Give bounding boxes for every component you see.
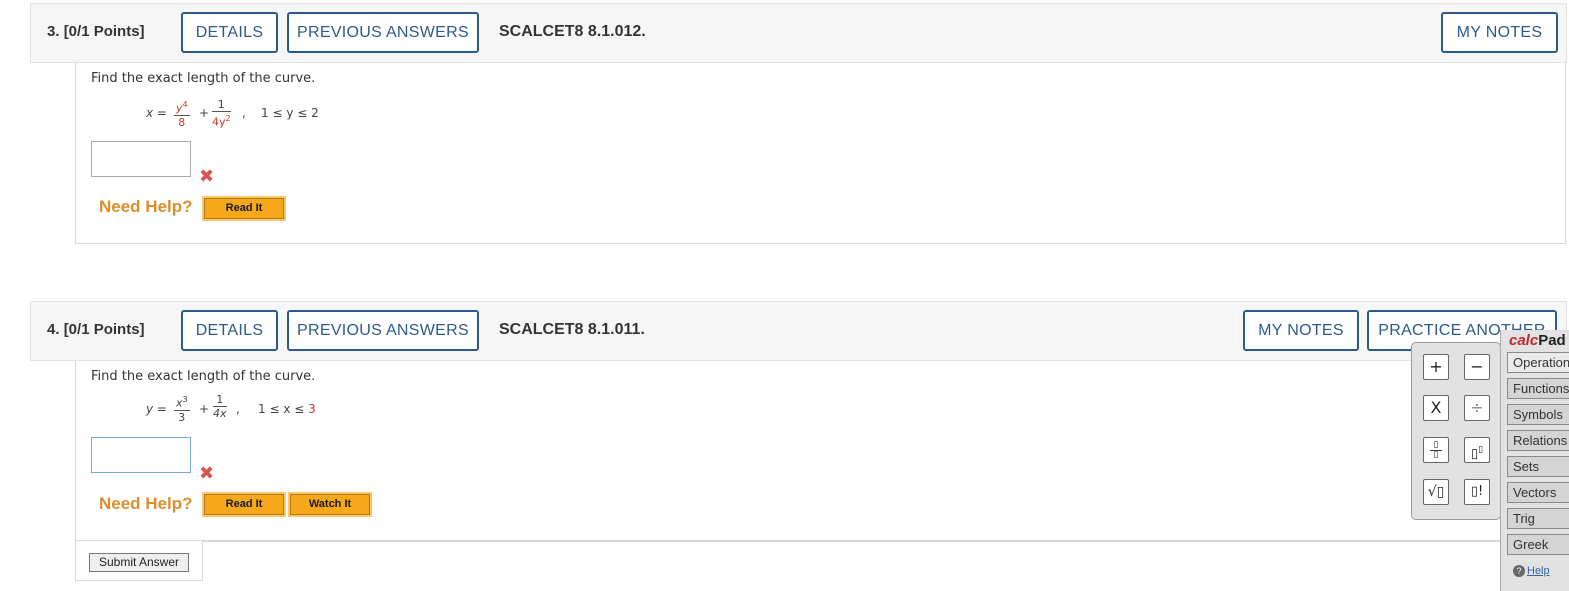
question-circle-icon: ?: [1513, 565, 1525, 577]
equation-lhs: y =: [146, 402, 167, 416]
calcpad-title-calc: calc: [1509, 332, 1539, 349]
divide-button[interactable]: ÷: [1464, 395, 1490, 421]
plus-sign: +: [199, 402, 210, 416]
tab-vectors[interactable]: Vectors: [1507, 482, 1569, 503]
question-3-body: Find the exact length of the curve. x = …: [75, 63, 1566, 244]
question-3-header: 3. [0/1 Points] DETAILS PREVIOUS ANSWERS…: [30, 3, 1567, 63]
equation-lhs: x =: [146, 106, 167, 120]
fraction-1-exponent: 3: [182, 395, 188, 404]
fraction-button[interactable]: ▯ ▯: [1423, 437, 1449, 463]
fraction-1: y4 8: [174, 99, 190, 129]
tab-sets[interactable]: Sets: [1507, 456, 1569, 477]
minus-button[interactable]: −: [1464, 354, 1490, 380]
submit-answer-button[interactable]: Submit Answer: [89, 553, 189, 572]
sqrt-button[interactable]: √▯: [1423, 479, 1449, 505]
calcpad-tabs: calcPad Operations Functions Symbols Rel…: [1500, 330, 1569, 591]
fraction-2-numerator: 1: [212, 99, 231, 112]
fraction-2-exponent: 2: [225, 114, 231, 123]
plus-sign: +: [199, 106, 210, 120]
answer-input[interactable]: [91, 437, 191, 473]
calcpad-help-link[interactable]: ? Help: [1513, 565, 1550, 577]
fraction-1-denominator: 3: [178, 410, 186, 424]
equation: x = y4 8 + 1 4y2 , 1 ≤ y ≤ 2: [146, 99, 336, 133]
details-button[interactable]: DETAILS: [181, 12, 278, 53]
question-points: [0/1 Points]: [63, 23, 145, 40]
submit-area: Submit Answer: [75, 541, 203, 581]
question-points: [0/1 Points]: [63, 321, 145, 338]
multiply-button[interactable]: X: [1423, 395, 1449, 421]
question-4-header: 4. [0/1 Points] DETAILS PREVIOUS ANSWERS…: [30, 301, 1567, 361]
read-it-button[interactable]: Read It: [202, 196, 286, 221]
calcpad-panel: + − X ÷ ▯ ▯ ▯▯ √▯ ▯!: [1411, 342, 1501, 520]
question-4-number-points: 4. [0/1 Points]: [47, 321, 145, 338]
plus-button[interactable]: +: [1423, 354, 1449, 380]
my-notes-button[interactable]: MY NOTES: [1441, 12, 1558, 53]
question-code: SCALCET8 8.1.012.: [499, 23, 646, 40]
range-condition: 1 ≤ x ≤ 3: [258, 402, 316, 416]
answer-input[interactable]: [91, 141, 191, 177]
fraction-2: 1 4x: [213, 394, 227, 420]
question-code: SCALCET8 8.1.011.: [499, 321, 645, 338]
fraction-2: 1 4y2: [212, 99, 231, 129]
x-mark-icon: ✖: [199, 463, 215, 484]
x-mark-icon: ✖: [199, 166, 215, 187]
calcpad-title: calcPad: [1509, 332, 1566, 349]
comma: ,: [236, 402, 240, 416]
fraction-1: x3 3: [174, 394, 190, 424]
calcpad-title-pad: Pad: [1538, 332, 1566, 349]
factorial-button[interactable]: ▯!: [1464, 479, 1490, 505]
fraction-1-exponent: 4: [182, 100, 188, 109]
range-prefix: 1 ≤ x ≤: [258, 402, 309, 416]
equation: y = x3 3 + 1 4x , 1 ≤ x ≤ 3: [146, 394, 336, 428]
watch-it-button[interactable]: Watch It: [288, 492, 372, 517]
tab-relations[interactable]: Relations: [1507, 430, 1569, 451]
question-number: 4.: [47, 321, 60, 338]
read-it-button[interactable]: Read It: [202, 492, 286, 517]
my-notes-button[interactable]: MY NOTES: [1243, 310, 1359, 351]
previous-answers-button[interactable]: PREVIOUS ANSWERS: [287, 310, 479, 351]
question-number: 3.: [47, 23, 60, 40]
help-label: Help: [1527, 565, 1550, 577]
tab-symbols[interactable]: Symbols: [1507, 404, 1569, 425]
details-button[interactable]: DETAILS: [181, 310, 278, 351]
tab-operations[interactable]: Operations: [1507, 352, 1569, 373]
comma: ,: [242, 106, 246, 120]
divider: [203, 541, 1569, 542]
range-upper-bound: 3: [308, 402, 316, 416]
question-3-number-points: 3. [0/1 Points]: [47, 23, 145, 40]
fraction-2-denominator: 4y: [212, 115, 226, 129]
range-condition: 1 ≤ y ≤ 2: [261, 106, 319, 120]
tab-greek[interactable]: Greek: [1507, 534, 1569, 555]
tab-functions[interactable]: Functions: [1507, 378, 1569, 399]
previous-answers-button[interactable]: PREVIOUS ANSWERS: [287, 12, 479, 53]
tab-trig[interactable]: Trig: [1507, 508, 1569, 529]
need-help-label: Need Help?: [99, 494, 193, 513]
exponent-button[interactable]: ▯▯: [1464, 437, 1490, 463]
question-prompt: Find the exact length of the curve.: [91, 71, 316, 86]
fraction-1-denominator: 8: [178, 115, 186, 129]
need-help-label: Need Help?: [99, 197, 193, 216]
question-prompt: Find the exact length of the curve.: [91, 369, 316, 384]
fraction-2-numerator: 1: [213, 394, 227, 407]
question-4-body: Find the exact length of the curve. y = …: [75, 361, 1566, 541]
fraction-2-denominator: 4x: [213, 407, 227, 420]
